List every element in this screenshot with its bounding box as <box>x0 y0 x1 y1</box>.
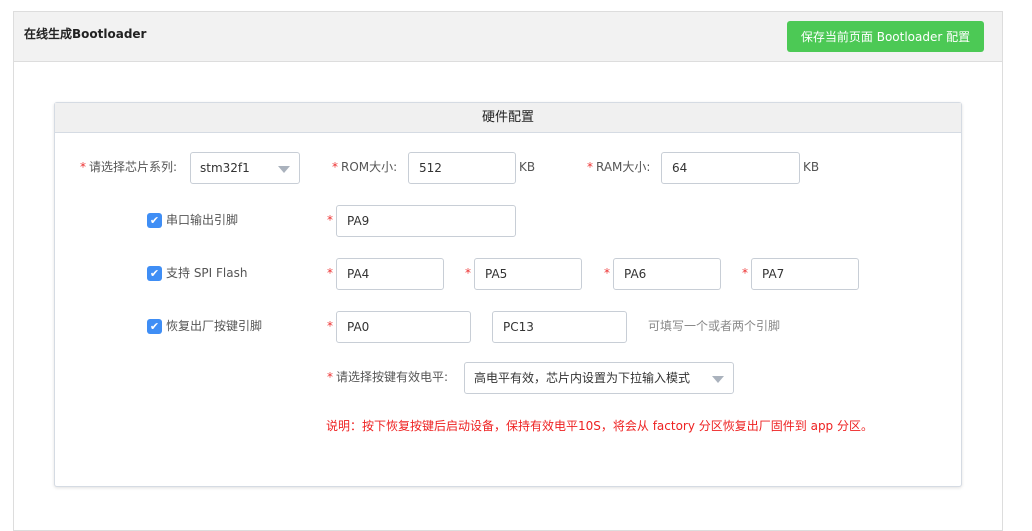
uart-checkbox[interactable]: ✔ <box>147 213 162 228</box>
rom-label-text: ROM大小: <box>341 160 398 174</box>
active-level-select[interactable]: 高电平有效，芯片内设置为下拉输入模式 <box>464 362 734 394</box>
spi-flash-checkbox[interactable]: ✔ <box>147 266 162 281</box>
factory-reset-label: 恢复出厂按键引脚 <box>166 319 263 333</box>
chip-series-select[interactable]: stm32f1 <box>190 152 300 184</box>
required-mark: * <box>742 258 751 289</box>
required-mark-star: * <box>327 266 333 280</box>
rom-size-input[interactable] <box>408 152 516 184</box>
save-config-button[interactable]: 保存当前页面 Bootloader 配置 <box>787 21 984 52</box>
required-mark-star: * <box>604 266 610 280</box>
factory-pin-hint: 可填写一个或者两个引脚 <box>648 319 781 333</box>
required-mark: * <box>327 370 333 384</box>
chevron-down-icon <box>712 376 724 383</box>
card-title: 硬件配置 <box>55 103 961 133</box>
chevron-down-icon <box>278 166 290 173</box>
required-mark: * <box>327 205 336 236</box>
active-level-value: 高电平有效，芯片内设置为下拉输入模式 <box>474 371 691 385</box>
required-mark: * <box>587 160 593 174</box>
instruction-note: 说明：按下恢复按键后启动设备，保持有效电平10S，将会从 factory 分区恢… <box>326 419 873 433</box>
panel-header: 在线生成Bootloader 保存当前页面 Bootloader 配置 <box>14 12 1002 62</box>
spi-pin-input-4[interactable] <box>751 258 859 290</box>
factory-pin-input-1[interactable] <box>336 311 471 343</box>
required-mark: * <box>465 258 474 289</box>
spi-flash-label: 支持 SPI Flash <box>166 266 248 280</box>
spi-pin-input-2[interactable] <box>474 258 582 290</box>
required-mark: * <box>332 160 338 174</box>
rom-label: * ROM大小: <box>332 152 397 183</box>
ram-size-input[interactable] <box>661 152 800 184</box>
active-level-label: * 请选择按键有效电平: <box>327 362 448 393</box>
ram-label-text: RAM大小: <box>596 160 651 174</box>
active-level-label-text: 请选择按键有效电平: <box>336 370 449 384</box>
hardware-config-card: 硬件配置 *请选择芯片系列: stm32f1 *ROM大小: KB *RAM大小… <box>54 102 962 487</box>
chip-series-value: stm32f1 <box>200 161 250 175</box>
chip-series-label-text: 请选择芯片系列: <box>89 160 178 174</box>
required-mark: * <box>80 160 86 174</box>
uart-label: 串口输出引脚 <box>166 213 239 227</box>
ram-label: * RAM大小: <box>587 152 650 183</box>
factory-reset-checkbox[interactable]: ✔ <box>147 319 162 334</box>
rom-unit: KB <box>519 160 536 174</box>
required-mark: * <box>327 311 336 342</box>
required-mark-star: * <box>327 213 333 227</box>
required-mark: * <box>604 258 613 289</box>
ram-unit: KB <box>803 160 820 174</box>
spi-pin-input-1[interactable] <box>336 258 444 290</box>
spi-pin-input-3[interactable] <box>613 258 721 290</box>
required-mark-star: * <box>742 266 748 280</box>
page-title: 在线生成Bootloader <box>24 27 147 41</box>
chip-series-label: * 请选择芯片系列: <box>80 152 177 183</box>
required-mark-star: * <box>327 319 333 333</box>
required-mark-star: * <box>465 266 471 280</box>
factory-pin-input-2[interactable] <box>492 311 627 343</box>
uart-pin-input[interactable] <box>336 205 516 237</box>
required-mark: * <box>327 258 336 289</box>
